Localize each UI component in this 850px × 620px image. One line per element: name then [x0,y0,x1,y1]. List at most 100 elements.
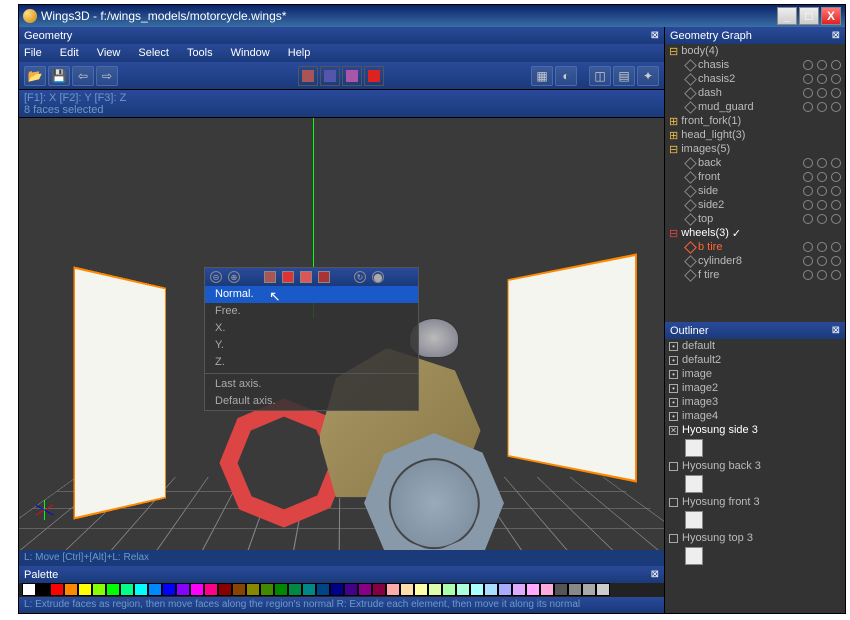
save-button[interactable]: 💾 [48,66,70,86]
ctx-more-icon[interactable]: ⊕ [228,271,240,283]
palette-swatch[interactable] [288,583,302,596]
tree-chasis2[interactable]: chasis2 [698,73,735,85]
ctx-edge-icon[interactable] [282,271,294,283]
palette-swatch[interactable] [176,583,190,596]
palette-swatch[interactable] [78,583,92,596]
palette-swatch[interactable] [526,583,540,596]
ctx-deselect-icon[interactable]: ⊝ [210,271,222,283]
menu-item-x[interactable]: X. [205,320,418,337]
palette-swatch[interactable] [428,583,442,596]
vertex-mode-button[interactable] [298,66,318,86]
palette-swatch[interactable] [358,583,372,596]
palette-swatch[interactable] [22,583,36,596]
tree-mudguard[interactable]: mud_guard [698,101,754,113]
palette-swatch[interactable] [92,583,106,596]
viewport[interactable]: ⊝ ⊕ ↻ ⬤ Normal. Free. X. Y. [19,118,664,550]
palette-swatch[interactable] [232,583,246,596]
palette-swatch[interactable] [470,583,484,596]
palette-swatch[interactable] [64,583,78,596]
tree-side2[interactable]: side2 [698,199,724,211]
menu-item-free[interactable]: Free. [205,303,418,320]
palette-swatch[interactable] [260,583,274,596]
smooth-button[interactable]: ◐ [555,66,577,86]
out-image4[interactable]: image4 [682,410,718,422]
thumb-front[interactable] [685,511,703,529]
workmode-button[interactable]: ▦ [531,66,553,86]
out-image[interactable]: image [682,368,712,380]
outliner[interactable]: •default •default2 •image •image2 •image… [665,339,845,613]
palette-swatch[interactable] [512,583,526,596]
palette-swatch[interactable] [344,583,358,596]
titlebar[interactable]: Wings3D - f:/wings_models/motorcycle.win… [19,5,845,27]
tree-top[interactable]: top [698,213,713,225]
palette-swatch[interactable] [134,583,148,596]
palette-swatch[interactable] [218,583,232,596]
graph-header[interactable]: Geometry Graph ⊠ [665,27,845,44]
out-image2[interactable]: image2 [682,382,718,394]
out-default[interactable]: default [682,340,715,352]
body-mode-button[interactable] [364,66,384,86]
menu-item-last-axis[interactable]: Last axis. [205,376,418,393]
ctx-repeat-icon[interactable]: ↻ [354,271,366,283]
tree-headlight[interactable]: head_light(3) [681,129,745,141]
tree-cylinder8[interactable]: cylinder8 [698,255,742,267]
palette-swatch[interactable] [498,583,512,596]
palette-swatch[interactable] [246,583,260,596]
panel-close-icon[interactable]: ⊠ [651,30,659,41]
tree-side[interactable]: side [698,185,718,197]
palette-swatch[interactable] [148,583,162,596]
tree-front[interactable]: front [698,171,720,183]
palette-swatch[interactable] [442,583,456,596]
palette-swatch[interactable] [554,583,568,596]
palette-swatch[interactable] [484,583,498,596]
perspective-button[interactable]: ◫ [589,66,611,86]
groundplane-button[interactable]: ▤ [613,66,635,86]
close-button[interactable]: X [821,7,841,25]
thumb-side[interactable] [685,439,703,457]
palette-swatch[interactable] [400,583,414,596]
ctx-vertex-icon[interactable] [264,271,276,283]
tree-frontfork[interactable]: front_fork(1) [681,115,741,127]
palette-swatch[interactable] [36,583,50,596]
open-button[interactable]: 📂 [24,66,46,86]
menu-item-default-axis[interactable]: Default axis. [205,393,418,410]
menu-tools[interactable]: Tools [187,47,213,59]
menu-view[interactable]: View [97,47,121,59]
palette-swatch[interactable] [372,583,386,596]
palette-swatch[interactable] [162,583,176,596]
palette-swatch[interactable] [302,583,316,596]
menu-item-normal[interactable]: Normal. [205,286,418,303]
ctx-body-icon[interactable] [318,271,330,283]
palette-close-icon[interactable]: ⊠ [651,569,659,580]
geometry-graph[interactable]: ⊟body(4) chasis chasis2 dash mud_guard ⊞… [665,44,845,322]
tree-ftire[interactable]: f tire [698,269,719,281]
out-hback[interactable]: Hyosung back 3 [682,460,761,472]
outliner-close-icon[interactable]: ⊠ [832,325,840,336]
out-hside[interactable]: Hyosung side 3 [682,424,758,436]
ctx-prefs-icon[interactable]: ⬤ [372,271,384,283]
minimize-button[interactable]: _ [777,7,797,25]
edge-mode-button[interactable] [320,66,340,86]
menu-item-z[interactable]: Z. [205,354,418,371]
palette-swatch[interactable] [414,583,428,596]
palette-swatch[interactable] [50,583,64,596]
out-image3[interactable]: image3 [682,396,718,408]
tree-images[interactable]: images(5) [681,143,730,155]
palette-swatch[interactable] [120,583,134,596]
undo-button[interactable]: ⇦ [72,66,94,86]
menu-item-y[interactable]: Y. [205,337,418,354]
redo-button[interactable]: ⇨ [96,66,118,86]
palette-swatch[interactable] [330,583,344,596]
menu-file[interactable]: File [24,47,42,59]
palette-swatch[interactable] [386,583,400,596]
out-htop[interactable]: Hyosung top 3 [682,532,753,544]
palette-swatch[interactable] [316,583,330,596]
palette-swatch[interactable] [106,583,120,596]
palette-swatch[interactable] [456,583,470,596]
palette-swatch[interactable] [204,583,218,596]
geometry-panel-header[interactable]: Geometry ⊠ [19,27,664,44]
tree-dash[interactable]: dash [698,87,722,99]
palette-swatch[interactable] [190,583,204,596]
graph-close-icon[interactable]: ⊠ [832,30,840,41]
palette-swatch[interactable] [582,583,596,596]
